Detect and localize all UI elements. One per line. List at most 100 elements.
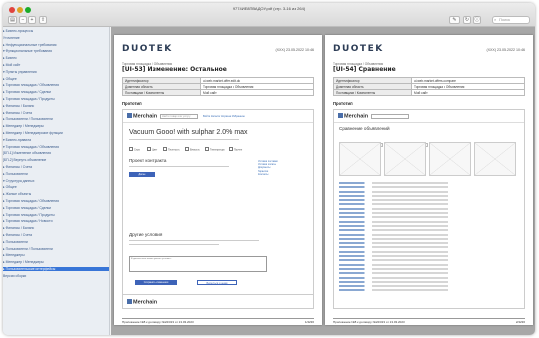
mock-checkbox: Прочее — [229, 147, 242, 152]
outline-item[interactable]: ▾ Бизнес-правила — [3, 138, 109, 142]
brand-logo-icon — [127, 299, 132, 304]
outline-item[interactable]: ▸ Мой сайт — [3, 63, 109, 67]
mock-compare-row — [339, 194, 521, 197]
meta-value: Мой сайт — [411, 89, 525, 96]
outline-item[interactable]: ▸ Менеджеры — [3, 253, 109, 257]
outline-item[interactable]: ▸ Торговая площадка / Продукты — [3, 97, 109, 101]
outline-item[interactable]: ▸ Финансы / Баланс — [3, 104, 109, 108]
outline-item[interactable]: ▸ Бизнес — [3, 56, 109, 60]
mock-compare-row — [339, 186, 521, 189]
mock-compare-row — [339, 229, 521, 232]
meta-key: Поставщики / Компоненты — [122, 89, 201, 96]
doc-date: (ХХХ) 23.05.2022 10:46 — [486, 48, 525, 52]
outline-item[interactable]: ▸ Жилые объекты — [3, 192, 109, 196]
mock-compare-row — [339, 212, 521, 215]
outline-item[interactable]: ▸ Пользователи / Пользователи — [3, 117, 109, 121]
rotate-icon[interactable]: ↻ — [463, 16, 471, 24]
page-number: 2/4236 — [515, 320, 525, 324]
outline-item[interactable]: ▸ Торговая площадка / Сделки — [3, 206, 109, 210]
outline-item[interactable]: Уточнение — [3, 36, 109, 40]
outline-item[interactable]: ▸ Торговая площадка / Продукты — [3, 213, 109, 217]
outline-item[interactable]: ▸ Торговая площадка / Сделки — [3, 90, 109, 94]
doc-title: [UI-54] Сравнение — [333, 66, 396, 73]
mock-compare-row — [339, 263, 521, 266]
outline-item[interactable]: ▸ Финансы / Баланс — [3, 226, 109, 230]
meta-table: Идентификатор ui.web.market.offers.compar… — [333, 77, 525, 96]
mock-product-title: Vacuum Gooo! with sulphar 2.0% max — [129, 129, 248, 136]
mock-back-button: Вернуться к ценам — [197, 280, 237, 285]
mock-offer-card — [384, 142, 426, 176]
mock-compare-rows — [339, 182, 521, 294]
mock-brand-text: Merchain — [133, 113, 158, 120]
mock-textarea: В данном поле можно указать условия... — [129, 256, 267, 272]
outline-item[interactable]: ▾ Функциональные требования — [3, 49, 109, 53]
document-viewer[interactable]: DUOTEK (ХХХ) 23.05.2022 10:46 Торговая п… — [111, 27, 535, 335]
mock-search: Найти товар или услугу — [160, 114, 198, 119]
mock-compare-row — [339, 285, 521, 288]
outline-item[interactable]: ▸ Менеджер / Менеджеры — [3, 124, 109, 128]
company-logo: DUOTEK — [122, 44, 173, 54]
mock-footer: Merchain — [123, 294, 313, 308]
outline-sidebar: ▸ Бизнес-процессы Уточнение ▸ Нефункциона… — [3, 27, 110, 335]
outline-item[interactable]: ▾ Торговая площадка / Объявления — [3, 145, 109, 149]
zoom-out-button[interactable]: − — [19, 16, 27, 24]
mock-brand: Merchain — [338, 113, 368, 120]
outline-item[interactable]: ▸ Пользователи — [3, 172, 109, 176]
outline-item[interactable]: [БП-1] Изменение объявления — [3, 151, 109, 155]
mock-side-links: Условия поставки Условия оплаты Документ… — [258, 160, 310, 176]
mock-section-other: Другие условия — [129, 232, 163, 237]
meta-row: Поставщики / Компоненты Мой сайт — [333, 89, 525, 96]
mock-header: Merchain Найти товар или услугу Войти Ка… — [123, 110, 313, 123]
outline-item[interactable]: ▸ Финансы / Счета — [3, 233, 109, 237]
mock-compare-row — [339, 216, 521, 219]
pen-icon[interactable]: ✎ — [449, 16, 460, 24]
mock-nav-links: Войти Каталог Корзина Избранное — [203, 114, 245, 118]
title-bar: 9774ИЕ8ПВАДОУ.pdf (стр. 3-16 из 264) ▤ −… — [3, 3, 535, 27]
mock-offer-card — [339, 142, 381, 176]
outline-item[interactable]: ▸ Пользовательские интерфейсы — [3, 267, 109, 272]
outline-item[interactable]: ▸ Торговая площадка / Объявления — [3, 199, 109, 203]
meta-table: Идентификатор ui.web.market.offer.edit.ok… — [122, 77, 314, 96]
outline-item[interactable]: ▸ Нефункциональные требования — [3, 43, 109, 47]
footer-text: Приложение №8 к договору №223/23 от 13.0… — [333, 320, 405, 324]
outline-item[interactable]: ▸ Менеджер / Менеджеры — [3, 260, 109, 264]
outline-item[interactable]: Версии сборки — [3, 274, 109, 278]
mock-save-button: Сохранить изменения — [135, 280, 177, 285]
sidebar-toggle-button[interactable]: ▤ — [8, 16, 17, 24]
mock-compare-row — [339, 190, 521, 193]
outline-item[interactable]: ▸ Пользователи — [3, 240, 109, 244]
outline-item[interactable]: ▸ Общее — [3, 77, 109, 81]
zoom-in-button[interactable]: + — [28, 16, 36, 24]
preview-window: 9774ИЕ8ПВАДОУ.pdf (стр. 3-16 из 264) ▤ −… — [3, 3, 535, 335]
mock-text-line — [129, 139, 239, 141]
outline-item[interactable]: ▸ Торговая площадка / Новости — [3, 219, 109, 223]
share-icon[interactable]: ⇧ — [39, 16, 47, 24]
mock-compare-row — [339, 182, 521, 184]
mock-compare-row — [339, 267, 521, 270]
outline-item[interactable]: ▸ Менеджер / Менеджерские функции — [3, 131, 109, 135]
info-icon[interactable]: ⓘ — [473, 16, 481, 24]
document-page-1: DUOTEK (ХХХ) 23.05.2022 10:46 Торговая п… — [114, 35, 322, 325]
mock-checkbox: Температура — [205, 147, 224, 152]
outline-item[interactable]: ▸ Финансы / Счета — [3, 111, 109, 115]
search-input[interactable]: ⌕ Поиск — [492, 16, 530, 24]
mock-text-line — [129, 240, 259, 242]
meta-row: Поставщики / Компоненты Мой сайт — [122, 89, 314, 96]
mock-checkbox: Цвет — [147, 147, 157, 152]
outline-item[interactable]: ▸ Финансы / Счета — [3, 165, 109, 169]
doc-date: (ХХХ) 23.05.2022 10:46 — [275, 48, 314, 52]
outline-item[interactable]: ▸ Бизнес-процессы — [3, 29, 109, 33]
mock-compare-title: Сравнение объявлений — [339, 126, 390, 131]
mock-brand-text: Merchain — [133, 299, 158, 306]
prototype-mockup: Merchain Сравнение объявлений — [333, 109, 525, 309]
outline-item[interactable]: ▾ Структура данных — [3, 179, 109, 183]
outline-item[interactable]: ▸ Торговая площадка / Объявления — [3, 83, 109, 87]
doc-title: [UI-53] Изменение: Остальное — [122, 66, 227, 73]
outline-item[interactable]: ▸ Пользователи / Пользователи — [3, 247, 109, 251]
mock-next-button: Далее — [129, 172, 155, 177]
mock-compare-row — [339, 242, 521, 245]
outline-item[interactable]: [БП-2] Вернуть объявление — [3, 158, 109, 162]
outline-item[interactable]: ▸ Общее — [3, 185, 109, 189]
search-icon: ⌕ — [494, 17, 497, 22]
outline-item[interactable]: ▾ Пункты управления — [3, 70, 109, 74]
